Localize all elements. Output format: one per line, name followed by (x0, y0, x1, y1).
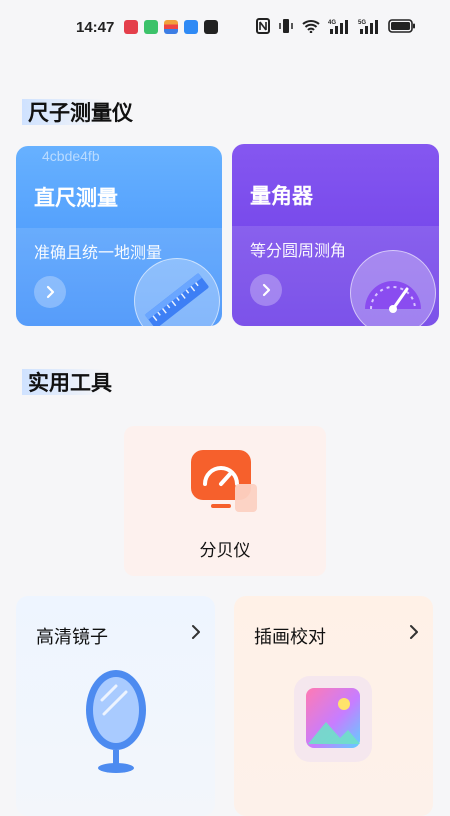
svg-text:4G: 4G (328, 20, 336, 26)
section-title-measure: 尺子测量仪 (22, 97, 133, 127)
illustration-proof-card[interactable]: 插画校对 (234, 596, 433, 816)
hd-mirror-card[interactable]: 高清镜子 (16, 596, 215, 816)
signal-4g-icon: 4G (328, 20, 348, 34)
notification-app-green-icon (144, 20, 158, 34)
notification-app-blue-icon (184, 20, 198, 34)
vibrate-icon (279, 19, 293, 33)
decibel-meter-icon (191, 450, 257, 512)
status-time: 14:47 (76, 19, 115, 36)
ruler-card[interactable]: 直尺测量 准确且统一地测量 (16, 146, 222, 326)
notification-app-red-icon (124, 20, 138, 34)
section-title-tools: 实用工具 (22, 367, 112, 397)
chevron-right-icon (46, 285, 55, 299)
hd-mirror-label: 高清镜子 (36, 627, 108, 648)
section-title-measure-text: 尺子测量仪 (28, 101, 133, 125)
notification-app-flag-icon (164, 20, 178, 34)
wifi-icon (302, 20, 320, 33)
ruler-card-title: 直尺测量 (34, 186, 118, 210)
picture-icon (294, 676, 372, 762)
status-bar: 14:47 4G 5G (0, 0, 450, 56)
battery-icon (388, 19, 415, 33)
ruler-icon (144, 272, 209, 326)
chevron-right-icon (192, 625, 200, 639)
svg-text:5G: 5G (358, 20, 366, 26)
section-title-tools-text: 实用工具 (28, 371, 112, 395)
watermark-text: 4cbde4fb (42, 148, 100, 164)
protractor-card-title: 量角器 (250, 184, 313, 208)
protractor-card[interactable]: 量角器 等分圆周测角 (232, 144, 439, 326)
mirror-icon (86, 670, 146, 773)
decibel-meter-card[interactable]: 分贝仪 (124, 426, 326, 576)
notification-app-dark-icon (204, 20, 218, 34)
decibel-meter-label: 分贝仪 (199, 541, 251, 561)
protractor-icon (365, 281, 421, 313)
nfc-icon (256, 18, 270, 34)
chevron-right-icon (262, 283, 271, 297)
protractor-card-subtitle: 等分圆周测角 (250, 241, 347, 260)
ruler-go-button[interactable] (34, 276, 66, 308)
signal-5g-icon: 5G (358, 20, 378, 34)
protractor-go-button[interactable] (250, 274, 282, 306)
illustration-proof-label: 插画校对 (254, 627, 326, 648)
chevron-right-icon (410, 625, 418, 639)
